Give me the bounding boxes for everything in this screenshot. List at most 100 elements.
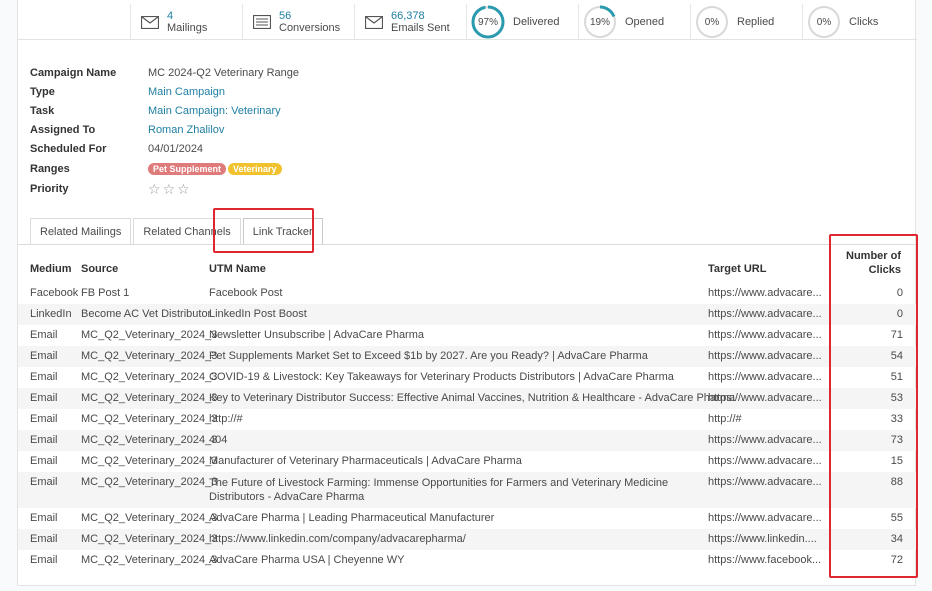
cell-source: MC_Q2_Veterinary_2024_3 [81, 476, 218, 488]
cell-medium: Email [30, 434, 58, 446]
replied-gauge: 0% [695, 5, 729, 39]
table-row[interactable]: Facebook FB Post 1 Facebook Post https:/… [18, 283, 917, 304]
scheduled-for-label: Scheduled For [30, 143, 107, 155]
ranges-tags[interactable]: Pet Supplement Veterinary [148, 163, 284, 175]
mailings-stat-button[interactable]: 4 Mailings [131, 4, 243, 40]
table-row[interactable]: Email MC_Q2_Veterinary_2024_3 AdvaCare P… [18, 550, 917, 571]
table-row[interactable]: Email MC_Q2_Veterinary_2024_3 COVID-19 &… [18, 367, 917, 388]
table-row[interactable]: Email MC_Q2_Veterinary_2024_3 Manufactur… [18, 451, 917, 472]
mailings-label: Mailings [167, 22, 208, 34]
cell-medium: Email [30, 533, 58, 545]
delivered-percent: 97% [477, 16, 498, 28]
cell-source: MC_Q2_Veterinary_2024_3 [81, 413, 218, 425]
type-value-link[interactable]: Main Campaign [148, 86, 225, 98]
cell-utm-name: The Future of Livestock Farming: Immense… [209, 477, 669, 503]
table-row[interactable]: Email MC_Q2_Veterinary_2024_3 404 https:… [18, 430, 917, 451]
cell-target-url: https://www.facebook... [708, 554, 822, 566]
table-row[interactable]: Email MC_Q2_Veterinary_2024_3 https://ww… [18, 529, 917, 550]
stat-spacer [18, 4, 131, 40]
emails-sent-label: Emails Sent [391, 22, 450, 34]
delivered-gauge: 97% [471, 5, 505, 39]
cell-target-url: https://www.advacare... [708, 350, 822, 362]
cell-medium: Email [30, 371, 58, 383]
table-row[interactable]: Email MC_Q2_Veterinary_2024_3 Pet Supple… [18, 346, 917, 367]
table-row[interactable]: Email MC_Q2_Veterinary_2024_3 Key to Vet… [18, 388, 917, 409]
table-row[interactable]: Email MC_Q2_Veterinary_2024_3 http://# h… [18, 409, 917, 430]
cell-medium: LinkedIn [30, 308, 72, 320]
clicks-stat-button[interactable]: 0% Clicks [803, 4, 915, 40]
tag-veterinary[interactable]: Veterinary [228, 163, 282, 175]
scheduled-for-value[interactable]: 04/01/2024 [148, 143, 203, 155]
cell-source: MC_Q2_Veterinary_2024_3 [81, 434, 218, 446]
cell-medium: Email [30, 554, 58, 566]
clicks-gauge: 0% [807, 5, 841, 39]
cell-medium: Email [30, 476, 58, 488]
cell-source: MC_Q2_Veterinary_2024_3 [81, 350, 218, 362]
cell-source: FB Post 1 [81, 287, 130, 299]
cell-target-url: https://www.advacare... [708, 329, 822, 341]
replied-stat-button[interactable]: 0% Replied [691, 4, 803, 40]
replied-label: Replied [737, 16, 775, 28]
cell-target-url: https://www.advacare... [708, 476, 822, 488]
clicks-percent: 0% [816, 16, 832, 28]
priority-stars[interactable]: ☆ ☆ ☆ [148, 181, 192, 198]
cell-target-url: http://# [708, 413, 742, 425]
cell-source: Become AC Vet Distributor [81, 308, 212, 320]
cell-utm-name: Key to Veterinary Distributor Success: E… [209, 392, 735, 404]
cell-utm-name: LinkedIn Post Boost [209, 308, 307, 320]
task-value-link[interactable]: Main Campaign: Veterinary [148, 105, 281, 117]
tag-pet-supplement[interactable]: Pet Supplement [148, 163, 227, 175]
conversions-count: 56 [279, 10, 292, 22]
type-label: Type [30, 86, 55, 98]
ranges-label: Ranges [30, 163, 70, 175]
table-row[interactable]: LinkedIn Become AC Vet Distributor Linke… [18, 304, 917, 325]
priority-label: Priority [30, 183, 69, 195]
star-icon[interactable]: ☆ [163, 181, 176, 197]
task-label: Task [30, 105, 55, 117]
cell-utm-name: COVID-19 & Livestock: Key Takeaways for … [209, 371, 674, 383]
cell-utm-name: AdvaCare Pharma USA | Cheyenne WY [209, 554, 405, 566]
cell-source: MC_Q2_Veterinary_2024_3 [81, 533, 218, 545]
cell-source: MC_Q2_Veterinary_2024_3 [81, 512, 218, 524]
opened-percent: 19% [589, 16, 610, 28]
emails-sent-stat-button[interactable]: 66,378 Emails Sent [355, 4, 467, 40]
cell-source: MC_Q2_Veterinary_2024_3 [81, 554, 218, 566]
campaign-name-label: Campaign Name [30, 67, 117, 79]
cell-source: MC_Q2_Veterinary_2024_3 [81, 371, 218, 383]
cell-medium: Email [30, 392, 58, 404]
assigned-to-value-link[interactable]: Roman Zhalilov [148, 124, 224, 136]
opened-label: Opened [625, 16, 665, 28]
table-row[interactable]: Email MC_Q2_Veterinary_2024_3 AdvaCare P… [18, 508, 917, 529]
table-row[interactable]: Email MC_Q2_Veterinary_2024_3 The Future… [18, 472, 917, 508]
header-target-url[interactable]: Target URL [708, 263, 766, 275]
assigned-to-label: Assigned To [30, 124, 96, 136]
conversions-stat-button[interactable]: 56 Conversions [243, 4, 355, 40]
opened-stat-button[interactable]: 19% Opened [579, 4, 691, 40]
campaign-name-value[interactable]: MC 2024-Q2 Veterinary Range [148, 67, 299, 79]
cell-source: MC_Q2_Veterinary_2024_3 [81, 455, 218, 467]
link-tracker-table-header: Medium Source UTM Name Target URL Number… [18, 248, 917, 284]
table-row[interactable]: Email MC_Q2_Veterinary_2024_3 Newsletter… [18, 325, 917, 346]
clicks-label: Clicks [849, 16, 879, 28]
emails-sent-count: 66,378 [391, 10, 425, 22]
cell-medium: Email [30, 455, 58, 467]
cell-utm-name: Newsletter Unsubscribe | AdvaCare Pharma [209, 329, 425, 341]
header-source[interactable]: Source [81, 263, 118, 275]
tab-divider [18, 244, 917, 245]
replied-percent: 0% [704, 16, 720, 28]
delivered-stat-button[interactable]: 97% Delivered [467, 4, 579, 40]
header-utm-name[interactable]: UTM Name [209, 263, 266, 275]
mailings-count: 4 [167, 10, 174, 22]
tab-related-mailings[interactable]: Related Mailings [30, 218, 132, 244]
star-icon[interactable]: ☆ [177, 181, 190, 197]
header-medium[interactable]: Medium [30, 263, 72, 275]
cell-utm-name: Pet Supplements Market Set to Exceed $1b… [209, 350, 648, 362]
cell-utm-name: 404 [209, 434, 228, 446]
envelope-icon [141, 14, 161, 30]
conversions-label: Conversions [279, 22, 341, 34]
cell-medium: Email [30, 512, 58, 524]
cell-utm-name: AdvaCare Pharma | Leading Pharmaceutical… [209, 512, 495, 524]
cell-target-url: https://www.advacare... [708, 512, 822, 524]
campaign-form-sheet: 4 Mailings 56 Conversions 66,378 Emails … [17, 0, 918, 586]
star-icon[interactable]: ☆ [148, 181, 161, 197]
